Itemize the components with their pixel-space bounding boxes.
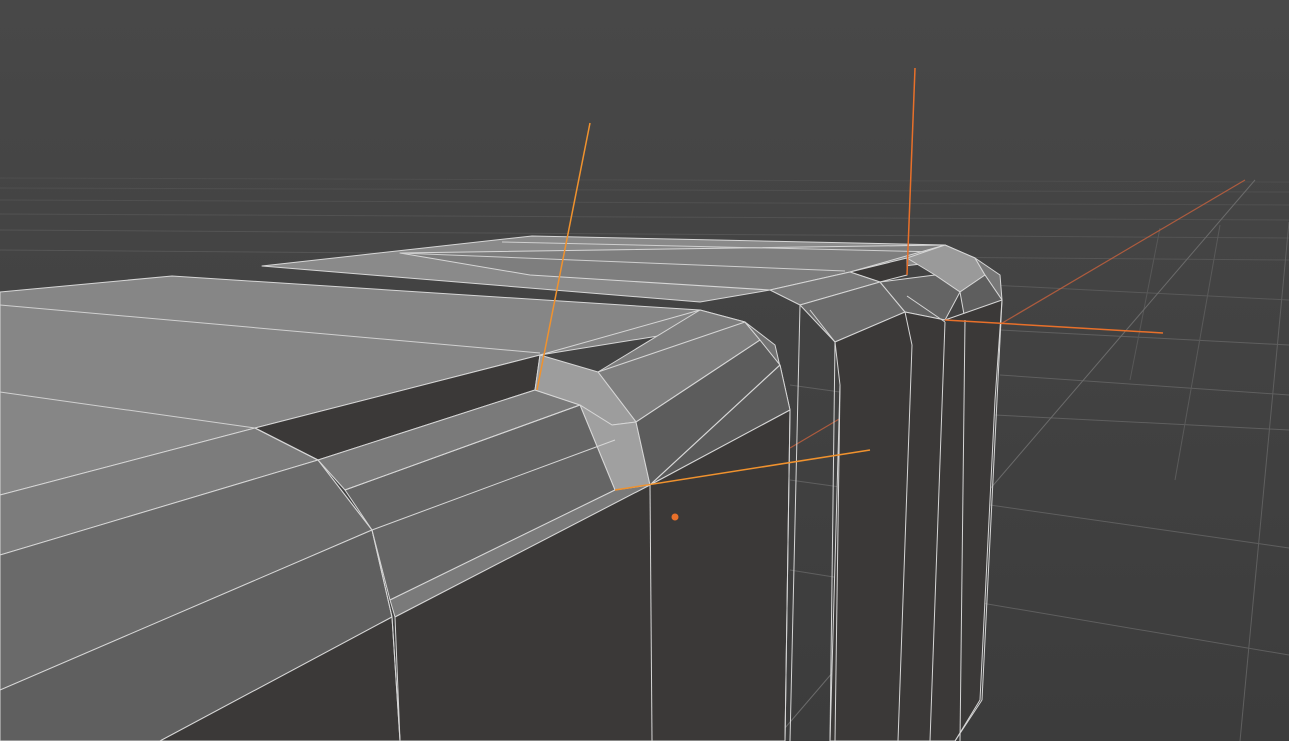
viewport-canvas[interactable] bbox=[0, 0, 1289, 741]
front-mesh[interactable] bbox=[0, 275, 791, 741]
back-front-face[interactable] bbox=[829, 299, 1003, 741]
object-origin-icon[interactable] bbox=[670, 512, 680, 522]
3d-viewport[interactable] bbox=[0, 0, 1289, 741]
